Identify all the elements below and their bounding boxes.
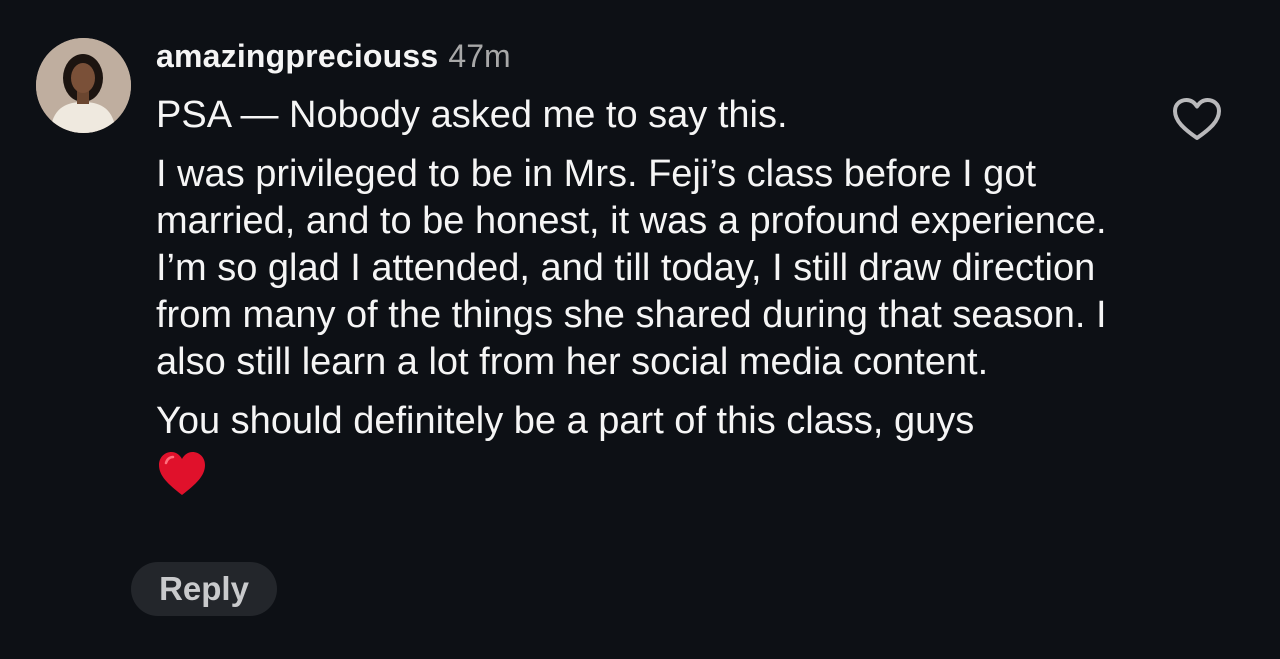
like-heart-icon[interactable] — [1170, 96, 1224, 144]
avatar-image — [36, 38, 131, 133]
comment: amazingpreciouss 47m PSA — Nobody asked … — [0, 0, 1280, 659]
reply-button[interactable]: Reply — [131, 562, 277, 616]
red-heart-emoji-icon — [159, 452, 205, 495]
comment-paragraph: I was privileged to be in Mrs. Feji’s cl… — [156, 153, 1107, 383]
comment-header: amazingpreciouss 47m — [156, 38, 511, 80]
comment-body: PSA — Nobody asked me to say this. I was… — [156, 92, 1146, 499]
username[interactable]: amazingpreciouss — [156, 38, 438, 75]
timestamp: 47m — [448, 38, 511, 74]
avatar[interactable] — [36, 38, 131, 133]
comment-paragraph: PSA — Nobody asked me to say this. — [156, 94, 788, 136]
comment-paragraph: You should definitely be a part of this … — [156, 400, 975, 442]
